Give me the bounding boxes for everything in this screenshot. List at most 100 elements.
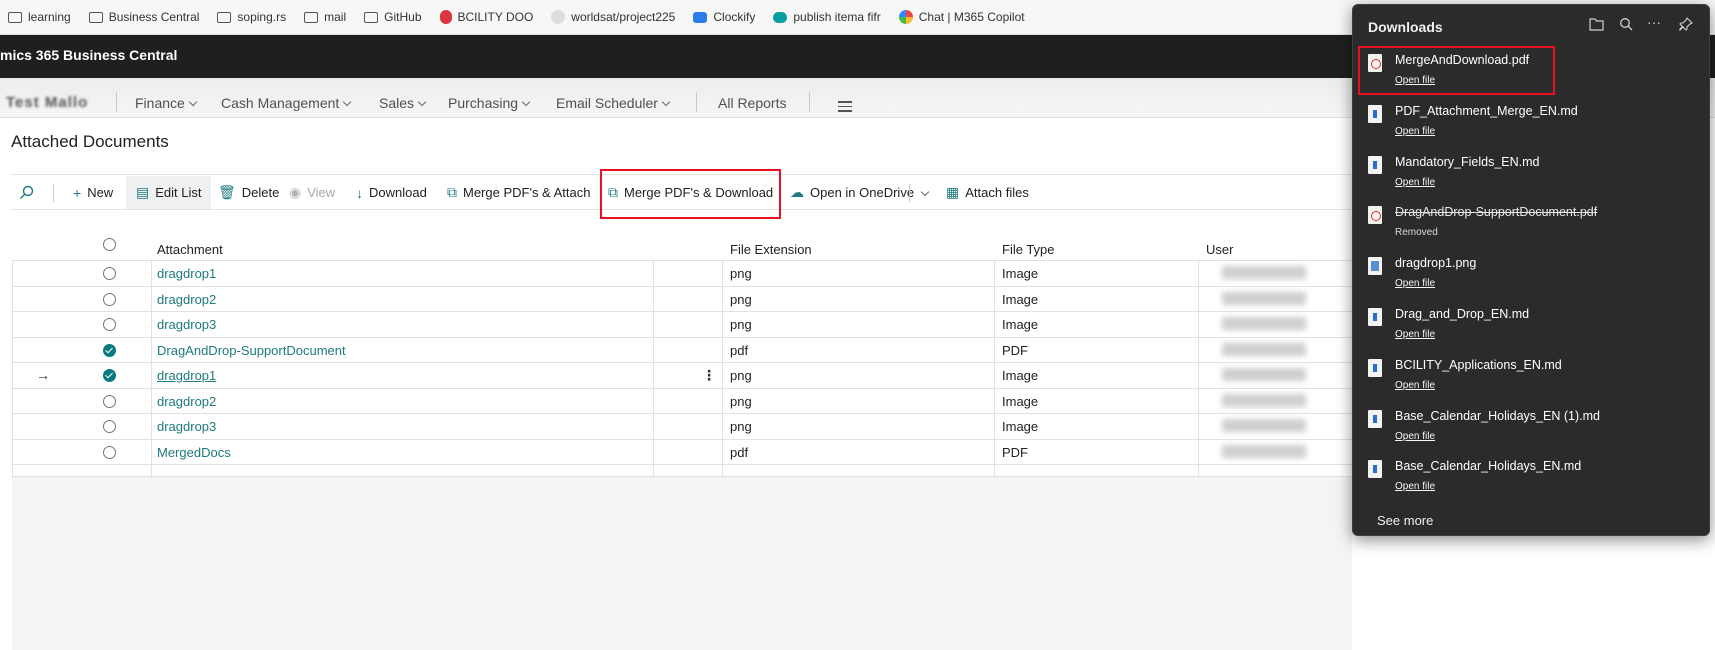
- pin-icon[interactable]: [1679, 17, 1693, 31]
- nav-item-all-reports[interactable]: All Reports: [718, 95, 786, 111]
- open-file-link[interactable]: Open file: [1395, 278, 1435, 289]
- nav-item-purchasing[interactable]: Purchasing: [448, 95, 531, 111]
- row-select-radio[interactable]: [103, 292, 116, 306]
- bookmark-mail[interactable]: mail: [304, 10, 346, 24]
- attachment-link[interactable]: dragdrop2: [157, 394, 216, 409]
- publish-icon: [773, 11, 788, 23]
- bcility-icon: [439, 10, 452, 24]
- row-menu-icon[interactable]: ⋮: [702, 367, 716, 384]
- open-file-link[interactable]: Open file: [1395, 481, 1435, 492]
- open-file-link[interactable]: Open file: [1395, 126, 1435, 137]
- more-icon[interactable]: ···: [1647, 14, 1661, 30]
- row-select-radio[interactable]: [103, 267, 116, 280]
- bookmark-label: Chat | M365 Copilot: [918, 10, 1025, 24]
- plus-icon: +: [73, 184, 82, 201]
- attachment-link[interactable]: dragdrop3: [157, 317, 216, 332]
- menu-icon[interactable]: [838, 101, 852, 115]
- file-type-cell: PDF: [1002, 444, 1028, 460]
- download-file-name: Drag_and_Drop_EN.md: [1395, 307, 1530, 321]
- edit-list-button[interactable]: ▤ Edit List: [126, 176, 212, 209]
- table-row[interactable]: dragdrop3 png Image: [12, 312, 1352, 338]
- column-header-file-type[interactable]: File Type: [1002, 242, 1055, 257]
- bookmark-learning[interactable]: learning: [8, 10, 71, 24]
- download-item[interactable]: dragdrop1.png Open file: [1353, 250, 1711, 301]
- download-item[interactable]: Base_Calendar_Holidays_EN.md Open file: [1353, 453, 1711, 504]
- attachment-link[interactable]: dragdrop2: [157, 292, 216, 307]
- attachment-link[interactable]: dragdrop1: [157, 368, 216, 383]
- bookmark-copilot[interactable]: Chat | M365 Copilot: [898, 10, 1025, 24]
- search-icon[interactable]: [1619, 17, 1633, 31]
- folder-icon: [88, 11, 103, 23]
- bookmark-worldsat[interactable]: worldsat/project225: [551, 10, 675, 24]
- attachment-link[interactable]: dragdrop3: [157, 419, 216, 434]
- open-file-link[interactable]: Open file: [1395, 329, 1435, 340]
- bookmark-github[interactable]: GitHub: [364, 10, 422, 24]
- nav-item-finance[interactable]: Finance: [135, 95, 198, 111]
- chevron-down-icon: [521, 97, 531, 107]
- download-item[interactable]: DragAndDrop-SupportDocument.pdf Removed: [1353, 199, 1711, 250]
- bookmark-clockify[interactable]: Clockify: [693, 10, 755, 24]
- delete-button[interactable]: 🗑 Delete: [218, 176, 279, 209]
- download-item[interactable]: BCILITY_Applications_EN.md Open file: [1353, 352, 1711, 403]
- download-item[interactable]: Base_Calendar_Holidays_EN (1).md Open fil…: [1353, 403, 1711, 454]
- table-row[interactable]: dragdrop2 png Image: [12, 389, 1352, 414]
- table-row[interactable]: → dragdrop1 ⋮ png Image: [12, 363, 1352, 389]
- column-header-file-extension[interactable]: File Extension: [730, 242, 812, 257]
- open-file-link[interactable]: Open file: [1395, 177, 1435, 188]
- file-extension-cell: png: [730, 266, 752, 281]
- row-select-radio[interactable]: [103, 445, 116, 459]
- merge-pdf-icon: ⧉: [447, 184, 457, 200]
- download-file-name: BCILITY_Applications_EN.md: [1395, 357, 1562, 372]
- column-header-user[interactable]: User: [1206, 242, 1233, 257]
- row-select-radio[interactable]: [103, 318, 116, 331]
- download-item[interactable]: Mandatory_Fields_EN.md Open file: [1353, 149, 1711, 200]
- folder-icon[interactable]: [1589, 17, 1604, 31]
- bookmark-label: mail: [324, 10, 347, 24]
- download-item[interactable]: PDF_Attachment_Merge_EN.md Open file: [1353, 98, 1711, 149]
- table-row[interactable]: dragdrop2 png Image: [12, 287, 1352, 312]
- bookmark-business-central[interactable]: Business Central: [88, 10, 200, 24]
- nav-item-email-scheduler[interactable]: Email Scheduler: [556, 95, 671, 111]
- bookmark-bcility[interactable]: BCILITY DOO: [439, 10, 533, 24]
- download-button[interactable]: ↓ Download: [356, 176, 427, 209]
- row-select-radio[interactable]: [103, 394, 116, 408]
- trash-icon: 🗑: [218, 184, 236, 200]
- open-file-link[interactable]: Open file: [1395, 431, 1435, 442]
- table-row-empty[interactable]: [12, 461, 1352, 477]
- nav-item-cash-management[interactable]: Cash Management: [221, 95, 352, 111]
- nav-divider: [809, 92, 810, 112]
- open-onedrive-button[interactable]: ☁ Open in OneDrive: [790, 176, 914, 209]
- search-button[interactable]: [19, 176, 34, 209]
- open-file-link[interactable]: Open file: [1395, 380, 1435, 391]
- bookmark-publish[interactable]: publish itema fifr: [773, 10, 881, 24]
- merge-attach-button[interactable]: ⧉ Merge PDF's & Attach: [447, 176, 590, 209]
- attachment-link[interactable]: dragdrop1: [157, 266, 216, 281]
- bookmark-label: worldsat/project225: [571, 10, 676, 24]
- new-button[interactable]: + New: [73, 176, 113, 209]
- app-title: mics 365 Business Central: [0, 47, 178, 63]
- attach-files-button[interactable]: ▦ Attach files: [946, 176, 1029, 209]
- nav-item-sales[interactable]: Sales: [379, 95, 427, 111]
- table-row[interactable]: dragdrop3 png Image: [12, 414, 1352, 440]
- edit-list-icon: ▤: [136, 184, 150, 200]
- view-button[interactable]: ◉ View: [289, 176, 335, 209]
- nav-item-label: Email Scheduler: [556, 95, 658, 111]
- table-row[interactable]: dragdrop1 png Image: [12, 261, 1352, 287]
- md-file-icon: [1368, 409, 1382, 428]
- attachment-link[interactable]: MergedDocs: [157, 445, 231, 460]
- column-header-attachment[interactable]: Attachment: [157, 242, 223, 257]
- file-type-cell: Image: [1002, 317, 1039, 332]
- attachment-link[interactable]: DragAndDrop-SupportDocument: [157, 343, 346, 358]
- bookmark-label: Business Central: [108, 10, 200, 24]
- row-select-radio[interactable]: [103, 369, 116, 382]
- download-item[interactable]: Drag_and_Drop_EN.md Open file: [1353, 301, 1711, 352]
- row-select-radio[interactable]: [103, 420, 116, 433]
- table-row[interactable]: DragAndDrop-SupportDocument pdf PDF: [12, 338, 1352, 363]
- row-select-radio[interactable]: [103, 343, 116, 357]
- select-all-radio[interactable]: [103, 238, 116, 251]
- more-options-dropdown[interactable]: [917, 176, 930, 209]
- company-name[interactable]: Test Mallo: [6, 94, 88, 111]
- see-more-link[interactable]: See more: [1377, 513, 1433, 528]
- bookmark-soping[interactable]: soping.rs: [217, 10, 286, 24]
- file-extension-cell: png: [730, 291, 752, 307]
